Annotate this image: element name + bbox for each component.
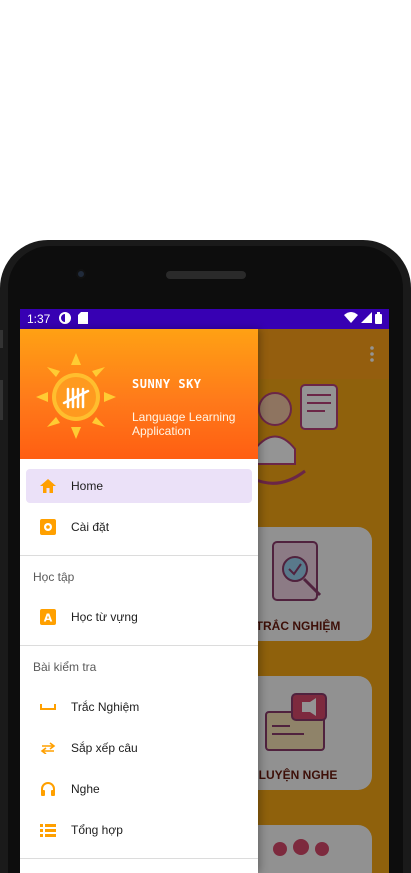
headphones-icon — [38, 779, 58, 799]
settings-icon — [38, 517, 58, 537]
nav-item-label: Sắp xếp câu — [71, 741, 138, 755]
sun-logo-icon — [34, 351, 118, 441]
navigation-drawer: SUNNY SKY Language Learning Application … — [20, 329, 258, 873]
svg-text:A: A — [44, 612, 53, 625]
status-time: 1:37 — [27, 312, 51, 326]
nav-item-label: Cài đặt — [71, 520, 110, 534]
nav-item-quiz[interactable]: Trắc Nghiệm — [26, 690, 252, 724]
sd-card-icon — [78, 311, 89, 327]
status-bar: 1:37 — [20, 309, 389, 329]
letter-a-icon: A — [38, 607, 58, 627]
nav-item-home[interactable]: Home — [26, 469, 252, 503]
nav-item-label: Nghe — [71, 782, 100, 796]
nav-item-listening[interactable]: Nghe — [26, 772, 252, 806]
space-bar-icon — [38, 697, 58, 717]
nav-item-summary[interactable]: Tổng hợp — [26, 813, 252, 847]
camera-icon — [76, 269, 86, 279]
drawer-header: SUNNY SKY Language Learning Application — [20, 329, 258, 459]
data-saver-icon — [59, 311, 72, 327]
divider — [20, 555, 258, 556]
speaker-grille — [166, 271, 246, 279]
wifi-icon — [344, 312, 358, 326]
battery-icon — [375, 311, 382, 327]
nav-item-label: Tổng hợp — [71, 823, 123, 837]
section-title-tests: Bài kiểm tra — [33, 660, 97, 674]
nav-item-label: Trắc Nghiệm — [71, 700, 140, 714]
signal-icon — [361, 312, 372, 326]
swap-icon — [38, 738, 58, 758]
brand-subtitle: Language Learning Application — [132, 410, 236, 438]
nav-item-label: Home — [71, 479, 104, 493]
brand-name: SUNNY SKY — [132, 377, 202, 391]
nav-item-vocabulary[interactable]: A Học từ vựng — [26, 600, 252, 634]
divider — [20, 645, 258, 646]
nav-item-sentence-order[interactable]: Sắp xếp câu — [26, 731, 252, 765]
phone-screen: 1:37 TRẮC NGHIỆM LUYỆN NGHE SUNNY SKY La… — [20, 309, 389, 873]
list-icon — [38, 820, 58, 840]
section-title-learning: Học tập — [33, 570, 75, 584]
phone-side-button — [0, 380, 3, 420]
nav-item-label: Học từ vựng — [71, 610, 138, 624]
page: 1:37 TRẮC NGHIỆM LUYỆN NGHE SUNNY SKY La… — [0, 0, 411, 873]
home-icon — [38, 476, 58, 496]
phone-side-button — [0, 330, 3, 348]
divider — [20, 858, 258, 859]
nav-item-settings[interactable]: Cài đặt — [26, 510, 252, 544]
